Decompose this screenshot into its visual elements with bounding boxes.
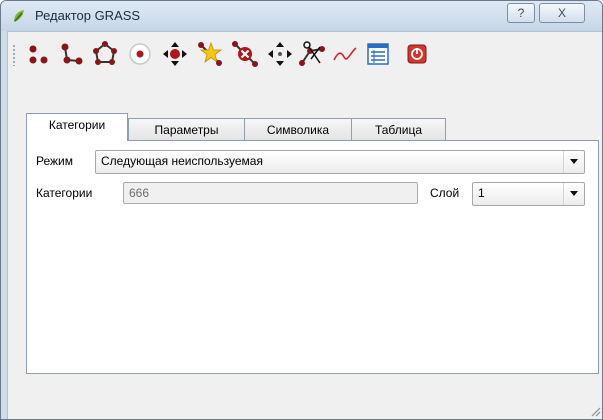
new-centroid-icon[interactable] xyxy=(125,39,155,69)
add-vertex-icon[interactable] xyxy=(195,39,225,69)
category-label: Категории xyxy=(36,186,93,200)
chevron-down-icon[interactable] xyxy=(563,151,584,173)
move-vertex-icon[interactable] xyxy=(160,39,190,69)
tab-symbology[interactable]: Символика xyxy=(244,118,352,141)
editor-toolbar xyxy=(7,31,602,78)
tab-table[interactable]: Таблица xyxy=(351,118,446,141)
delete-vertex-icon[interactable] xyxy=(230,39,260,69)
categories-panel: Режим Следующая неиспользуемая Категории… xyxy=(26,140,599,374)
editor-content: Категории Параметры Символика Таблица Ре… xyxy=(7,77,602,419)
tab-categories[interactable]: Категории xyxy=(26,113,128,141)
new-point-icon[interactable] xyxy=(24,39,54,69)
split-line-icon[interactable] xyxy=(298,39,328,69)
close-button[interactable]: X xyxy=(539,3,585,23)
category-field: 666 xyxy=(123,182,418,204)
edit-line-icon[interactable] xyxy=(330,39,360,69)
toolbar-grip[interactable] xyxy=(12,44,16,66)
attribute-table-icon[interactable] xyxy=(363,39,393,69)
layer-select[interactable]: 1 xyxy=(472,182,585,206)
grass-editor-window: Редактор GRASS ? X Категории Параметры С… xyxy=(0,0,603,420)
help-button[interactable]: ? xyxy=(507,3,535,23)
close-editor-icon[interactable] xyxy=(402,39,432,69)
mode-label: Режим xyxy=(36,154,73,168)
window-title: Редактор GRASS xyxy=(35,8,141,23)
title-bar[interactable]: Редактор GRASS ? X xyxy=(1,1,602,31)
new-line-icon[interactable] xyxy=(57,39,87,69)
resize-grip-icon[interactable] xyxy=(589,405,601,417)
mode-value: Следующая неиспользуемая xyxy=(101,154,263,168)
qgis-app-icon xyxy=(14,10,24,22)
mode-select[interactable]: Следующая неиспользуемая xyxy=(95,150,585,174)
tab-parameters[interactable]: Параметры xyxy=(128,118,245,141)
layer-label: Слой xyxy=(430,186,460,200)
new-boundary-icon[interactable] xyxy=(90,39,120,69)
chevron-down-icon[interactable] xyxy=(563,183,584,205)
category-value: 666 xyxy=(129,186,150,200)
move-element-icon[interactable] xyxy=(265,39,295,69)
layer-value: 1 xyxy=(478,186,485,200)
